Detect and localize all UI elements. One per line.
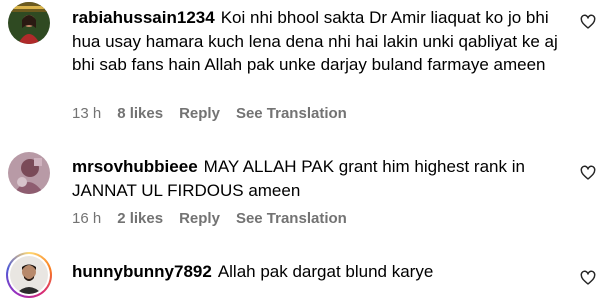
timestamp[interactable]: 13 h <box>72 105 101 122</box>
avatar[interactable] <box>6 252 52 298</box>
like-button[interactable] <box>580 270 596 286</box>
comment-meta: 16 h 2 likes Reply See Translation <box>72 210 347 227</box>
comment-body: mrsovhubbieee MAY ALLAH PAK grant him hig… <box>72 155 562 202</box>
username[interactable]: hunnybunny7892 <box>72 262 212 281</box>
see-translation-button[interactable]: See Translation <box>236 210 347 227</box>
heart-outline-icon <box>580 165 596 180</box>
likes-count[interactable]: 8 likes <box>117 105 163 122</box>
timestamp[interactable]: 16 h <box>72 210 101 227</box>
heart-outline-icon <box>580 270 596 285</box>
username[interactable]: rabiahussain1234 <box>72 8 215 27</box>
profile-photo-icon <box>8 152 50 194</box>
comment-list: rabiahussain1234 Koi nhi bhool sakta Dr A… <box>0 0 606 299</box>
comment-text: Allah pak dargat blund karye <box>217 262 434 281</box>
like-button[interactable] <box>580 14 596 30</box>
profile-photo-icon <box>8 2 50 44</box>
username[interactable]: mrsovhubbieee <box>72 157 198 176</box>
likes-count[interactable]: 2 likes <box>117 210 163 227</box>
reply-button[interactable]: Reply <box>179 210 220 227</box>
story-ring <box>8 254 50 296</box>
comment-meta: 13 h 8 likes Reply See Translation <box>72 105 347 122</box>
avatar[interactable] <box>8 152 50 194</box>
comment-body: rabiahussain1234 Koi nhi bhool sakta Dr A… <box>72 6 562 77</box>
comment-body: hunnybunny7892 Allah pak dargat blund kar… <box>72 260 562 284</box>
like-button[interactable] <box>580 165 596 181</box>
see-translation-button[interactable]: See Translation <box>236 105 347 122</box>
heart-outline-icon <box>580 14 596 29</box>
reply-button[interactable]: Reply <box>179 105 220 122</box>
profile-photo-icon <box>10 256 48 294</box>
avatar[interactable] <box>8 2 50 44</box>
